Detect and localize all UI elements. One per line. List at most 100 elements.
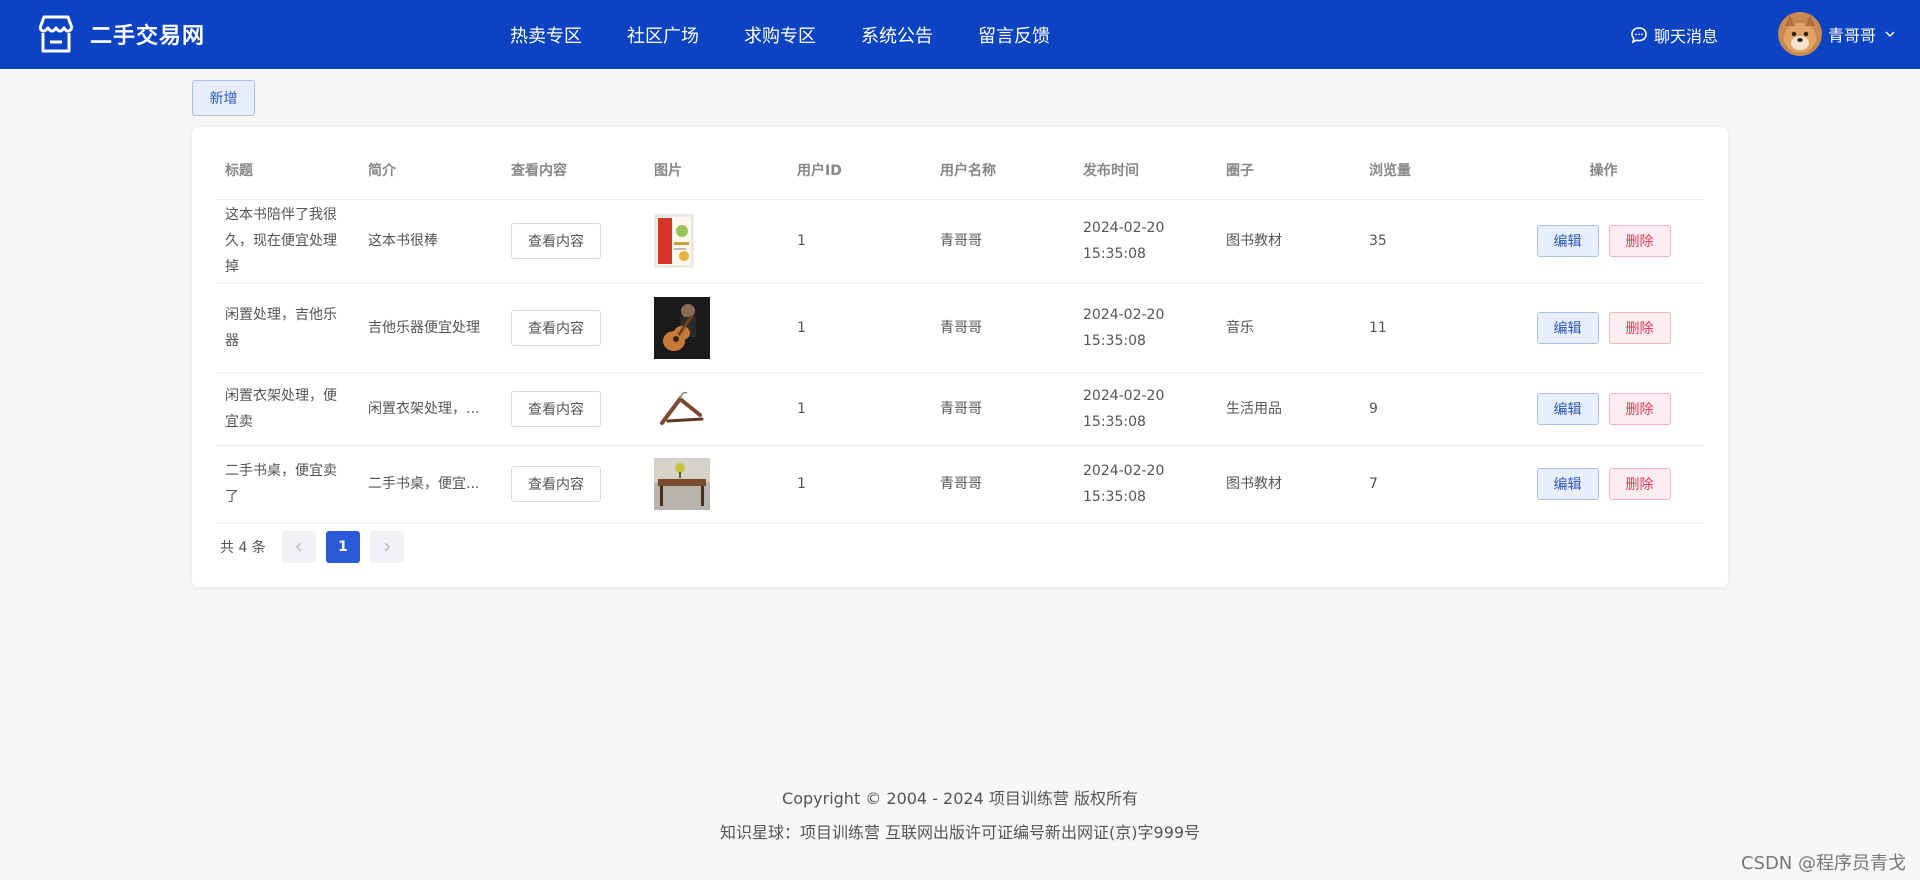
guitar-thumbnail[interactable] — [654, 296, 710, 359]
cell-actions: 编辑 删除 — [1503, 372, 1704, 446]
cell-views: 7 — [1360, 445, 1503, 524]
table-row: 这本书陪伴了我很久，现在便宜处理掉 这本书很棒 查看内容 1 青哥哥 2024-… — [216, 199, 1704, 284]
book-cover-thumbnail[interactable] — [654, 214, 694, 268]
intro-text: 这本书很棒 — [368, 233, 438, 249]
cell-title: 这本书陪伴了我很久，现在便宜处理掉 — [216, 199, 359, 284]
cell-circle: 图书教材 — [1217, 445, 1360, 524]
cell-image — [645, 445, 788, 524]
prev-page-button[interactable] — [281, 531, 316, 563]
col-header-intro: 简介 — [359, 141, 502, 200]
cell-user-id: 1 — [788, 199, 931, 284]
cell-actions: 编辑 删除 — [1503, 445, 1704, 524]
cell-circle: 生活用品 — [1217, 372, 1360, 446]
col-header-title: 标题 — [216, 141, 359, 200]
cell-user-name: 青哥哥 — [931, 283, 1074, 373]
cell-intro: 二手书桌，便宜... — [359, 445, 502, 524]
user-menu[interactable]: 青哥哥 — [1778, 12, 1896, 56]
cell-image — [645, 283, 788, 373]
col-header-views: 浏览量 — [1360, 141, 1503, 200]
cell-time: 2024-02-20 15:35:08 — [1074, 372, 1217, 446]
cell-actions: 编辑 删除 — [1503, 283, 1704, 373]
col-header-image: 图片 — [645, 141, 788, 200]
cell-intro: 吉他乐器便宜处理 — [359, 283, 502, 373]
intro-text: 闲置衣架处理，... — [368, 400, 480, 417]
cell-views: 35 — [1360, 199, 1503, 284]
table-row: 二手书桌，便宜卖了 二手书桌，便宜... 查看内容 1 青哥哥 2024-02-… — [216, 445, 1704, 524]
intro-text: 二手书桌，便宜... — [368, 476, 480, 492]
delete-button[interactable]: 删除 — [1608, 468, 1671, 500]
cell-view: 查看内容 — [502, 372, 645, 446]
nav-item-wanted[interactable]: 求购专区 — [744, 22, 816, 48]
view-content-button[interactable]: 查看内容 — [511, 466, 601, 502]
cell-title: 二手书桌，便宜卖了 — [216, 445, 359, 524]
chat-messages-link[interactable]: 聊天消息 — [1630, 0, 1718, 69]
footer-copyright: Copyright © 2004 - 2024 项目训练营 版权所有 — [782, 789, 1138, 808]
logo[interactable]: 二手交易网 — [34, 12, 205, 56]
col-header-view: 查看内容 — [502, 141, 645, 200]
desk-thumbnail[interactable] — [654, 458, 710, 510]
cell-time: 2024-02-20 15:35:08 — [1074, 445, 1217, 524]
cell-title: 闲置处理，吉他乐器 — [216, 283, 359, 373]
cell-title: 闲置衣架处理，便宜卖 — [216, 372, 359, 446]
user-name: 青哥哥 — [1828, 26, 1877, 45]
nav-item-community[interactable]: 社区广场 — [627, 22, 699, 48]
cell-image — [645, 199, 788, 284]
avatar — [1778, 12, 1822, 56]
next-page-button[interactable] — [369, 531, 404, 563]
delete-button[interactable]: 删除 — [1608, 225, 1671, 257]
cell-view: 查看内容 — [502, 199, 645, 284]
table-row: 闲置处理，吉他乐器 吉他乐器便宜处理 查看内容 1 青哥哥 2024-02-20… — [216, 283, 1704, 373]
chevron-down-icon — [1885, 31, 1895, 38]
edit-button[interactable]: 编辑 — [1536, 311, 1599, 344]
hanger-thumbnail[interactable] — [654, 384, 710, 433]
chat-label: 聊天消息 — [1654, 26, 1719, 46]
footer-license: 知识星球：项目训练营 互联网出版许可证编号新出网证(京)字999号 — [719, 823, 1201, 842]
data-table: 标题 简介 查看内容 图片 用户ID 用户名称 发布时间 圈子 浏览量 操作 这… — [216, 141, 1704, 524]
nav-item-announcement[interactable]: 系统公告 — [861, 22, 933, 48]
col-header-time: 发布时间 — [1074, 141, 1217, 200]
cell-view: 查看内容 — [502, 283, 645, 373]
app-name: 二手交易网 — [90, 24, 206, 49]
edit-button[interactable]: 编辑 — [1536, 468, 1599, 500]
cell-image — [645, 372, 788, 446]
pagination: 共 4 条 1 — [220, 531, 404, 563]
cell-views: 11 — [1360, 283, 1503, 373]
cell-user-name: 青哥哥 — [931, 199, 1074, 284]
nav-item-hot[interactable]: 热卖专区 — [510, 22, 582, 48]
table-header-row: 标题 简介 查看内容 图片 用户ID 用户名称 发布时间 圈子 浏览量 操作 — [216, 141, 1704, 200]
cell-view: 查看内容 — [502, 445, 645, 524]
table-row: 闲置衣架处理，便宜卖 闲置衣架处理，... 查看内容 1 青哥哥 2024-02… — [216, 372, 1704, 446]
chevron-left-icon — [295, 542, 302, 552]
cell-intro: 这本书很棒 — [359, 199, 502, 284]
chevron-right-icon — [384, 542, 390, 552]
view-content-button[interactable]: 查看内容 — [511, 390, 601, 427]
shop-icon — [38, 15, 74, 53]
cell-circle: 图书教材 — [1217, 199, 1360, 284]
edit-button[interactable]: 编辑 — [1536, 392, 1599, 425]
col-header-circle: 圈子 — [1217, 141, 1360, 200]
cell-user-name: 青哥哥 — [931, 445, 1074, 524]
add-button[interactable]: 新增 — [192, 80, 255, 116]
cell-time: 2024-02-20 15:35:08 — [1074, 283, 1217, 373]
top-navbar: 二手交易网 热卖专区 社区广场 求购专区 系统公告 留言反馈 聊天消息 青哥哥 — [0, 0, 1920, 69]
page-number-button[interactable]: 1 — [325, 531, 360, 563]
chat-bubble-icon — [1631, 26, 1647, 43]
delete-button[interactable]: 删除 — [1608, 311, 1671, 344]
nav-item-feedback[interactable]: 留言反馈 — [978, 22, 1050, 48]
table-card: 标题 简介 查看内容 图片 用户ID 用户名称 发布时间 圈子 浏览量 操作 这… — [192, 127, 1728, 587]
col-header-user-id: 用户ID — [788, 141, 931, 200]
view-content-button[interactable]: 查看内容 — [511, 309, 601, 346]
cell-user-id: 1 — [788, 372, 931, 446]
col-header-user-name: 用户名称 — [931, 141, 1074, 200]
cell-time: 2024-02-20 15:35:08 — [1074, 199, 1217, 284]
watermark: CSDN @程序员青戈 — [1740, 853, 1906, 874]
cell-circle: 音乐 — [1217, 283, 1360, 373]
total-count: 共 4 条 — [220, 540, 266, 556]
view-content-button[interactable]: 查看内容 — [511, 223, 601, 259]
cell-views: 9 — [1360, 372, 1503, 446]
cell-user-id: 1 — [788, 445, 931, 524]
delete-button[interactable]: 删除 — [1608, 392, 1671, 425]
col-header-actions: 操作 — [1503, 141, 1704, 200]
cell-intro: 闲置衣架处理，... — [359, 372, 502, 446]
edit-button[interactable]: 编辑 — [1536, 225, 1599, 257]
